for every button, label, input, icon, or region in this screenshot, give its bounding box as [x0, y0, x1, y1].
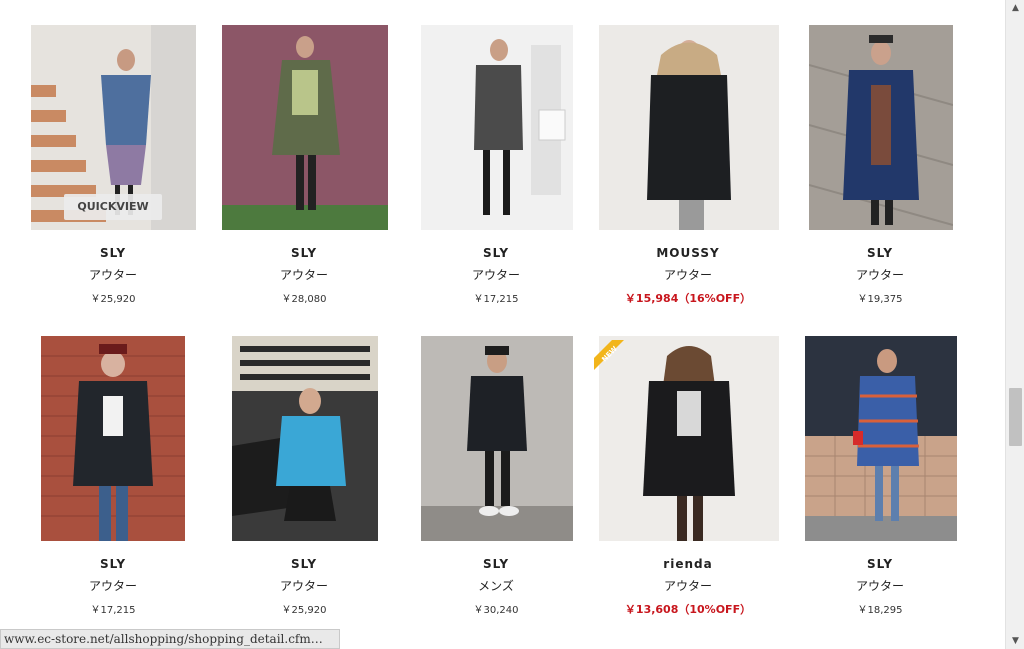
- product-brand[interactable]: SLY: [780, 557, 980, 571]
- product-image[interactable]: [421, 25, 573, 230]
- quickview-button[interactable]: QUICKVIEW: [64, 194, 162, 220]
- product-brand[interactable]: MOUSSY: [588, 246, 788, 260]
- scroll-down-arrow-icon[interactable]: ▼: [1006, 633, 1024, 649]
- product-price: ￥25,920: [90, 294, 136, 305]
- product-brand[interactable]: SLY: [13, 557, 213, 571]
- product-category: アウター: [855, 268, 904, 282]
- product-brand[interactable]: SLY: [780, 246, 980, 260]
- product-category: アウター: [663, 268, 712, 282]
- product-price: ￥17,215: [90, 605, 136, 616]
- product-category: アウター: [663, 579, 712, 593]
- product-brand[interactable]: SLY: [13, 246, 213, 260]
- product-image[interactable]: [599, 25, 779, 230]
- product-price: ￥28,080: [281, 294, 327, 305]
- product-brand[interactable]: SLY: [396, 557, 596, 571]
- scrollbar-thumb[interactable]: [1009, 388, 1022, 446]
- product-brand[interactable]: SLY: [396, 246, 596, 260]
- scroll-up-arrow-icon[interactable]: ▲: [1006, 0, 1024, 16]
- product-category: アウター: [88, 579, 137, 593]
- product-price: ￥25,920: [281, 605, 327, 616]
- product-price: ￥17,215: [473, 294, 519, 305]
- product-image[interactable]: [805, 336, 957, 541]
- status-bar-url: www.ec-store.net/allshopping/shopping_de…: [0, 629, 340, 649]
- product-image[interactable]: [41, 336, 185, 541]
- product-category: アウター: [88, 268, 137, 282]
- product-price: ￥30,240: [473, 605, 519, 616]
- product-brand[interactable]: SLY: [204, 246, 404, 260]
- product-image[interactable]: [421, 336, 573, 541]
- product-category: アウター: [855, 579, 904, 593]
- product-price: ￥19,375: [857, 294, 903, 305]
- product-category: アウター: [279, 268, 328, 282]
- product-image[interactable]: [599, 336, 779, 541]
- product-category: アウター: [471, 268, 520, 282]
- vertical-scrollbar[interactable]: ▲ ▼: [1005, 0, 1024, 649]
- product-brand[interactable]: rienda: [588, 557, 788, 571]
- product-brand[interactable]: SLY: [204, 557, 404, 571]
- product-price: ￥18,295: [857, 605, 903, 616]
- product-grid-page: QUICKVIEW SLY アウター ￥25,920 SLY アウター ￥28,…: [0, 0, 1005, 649]
- product-image[interactable]: [232, 336, 378, 541]
- product-price-sale: ￥15,984（16%OFF）: [624, 292, 752, 305]
- product-category: アウター: [279, 579, 328, 593]
- product-price-sale: ￥13,608（10%OFF）: [624, 603, 752, 616]
- product-category: メンズ: [478, 579, 514, 593]
- new-badge: NEW: [594, 340, 624, 370]
- product-image[interactable]: [222, 25, 388, 230]
- product-image[interactable]: [809, 25, 953, 230]
